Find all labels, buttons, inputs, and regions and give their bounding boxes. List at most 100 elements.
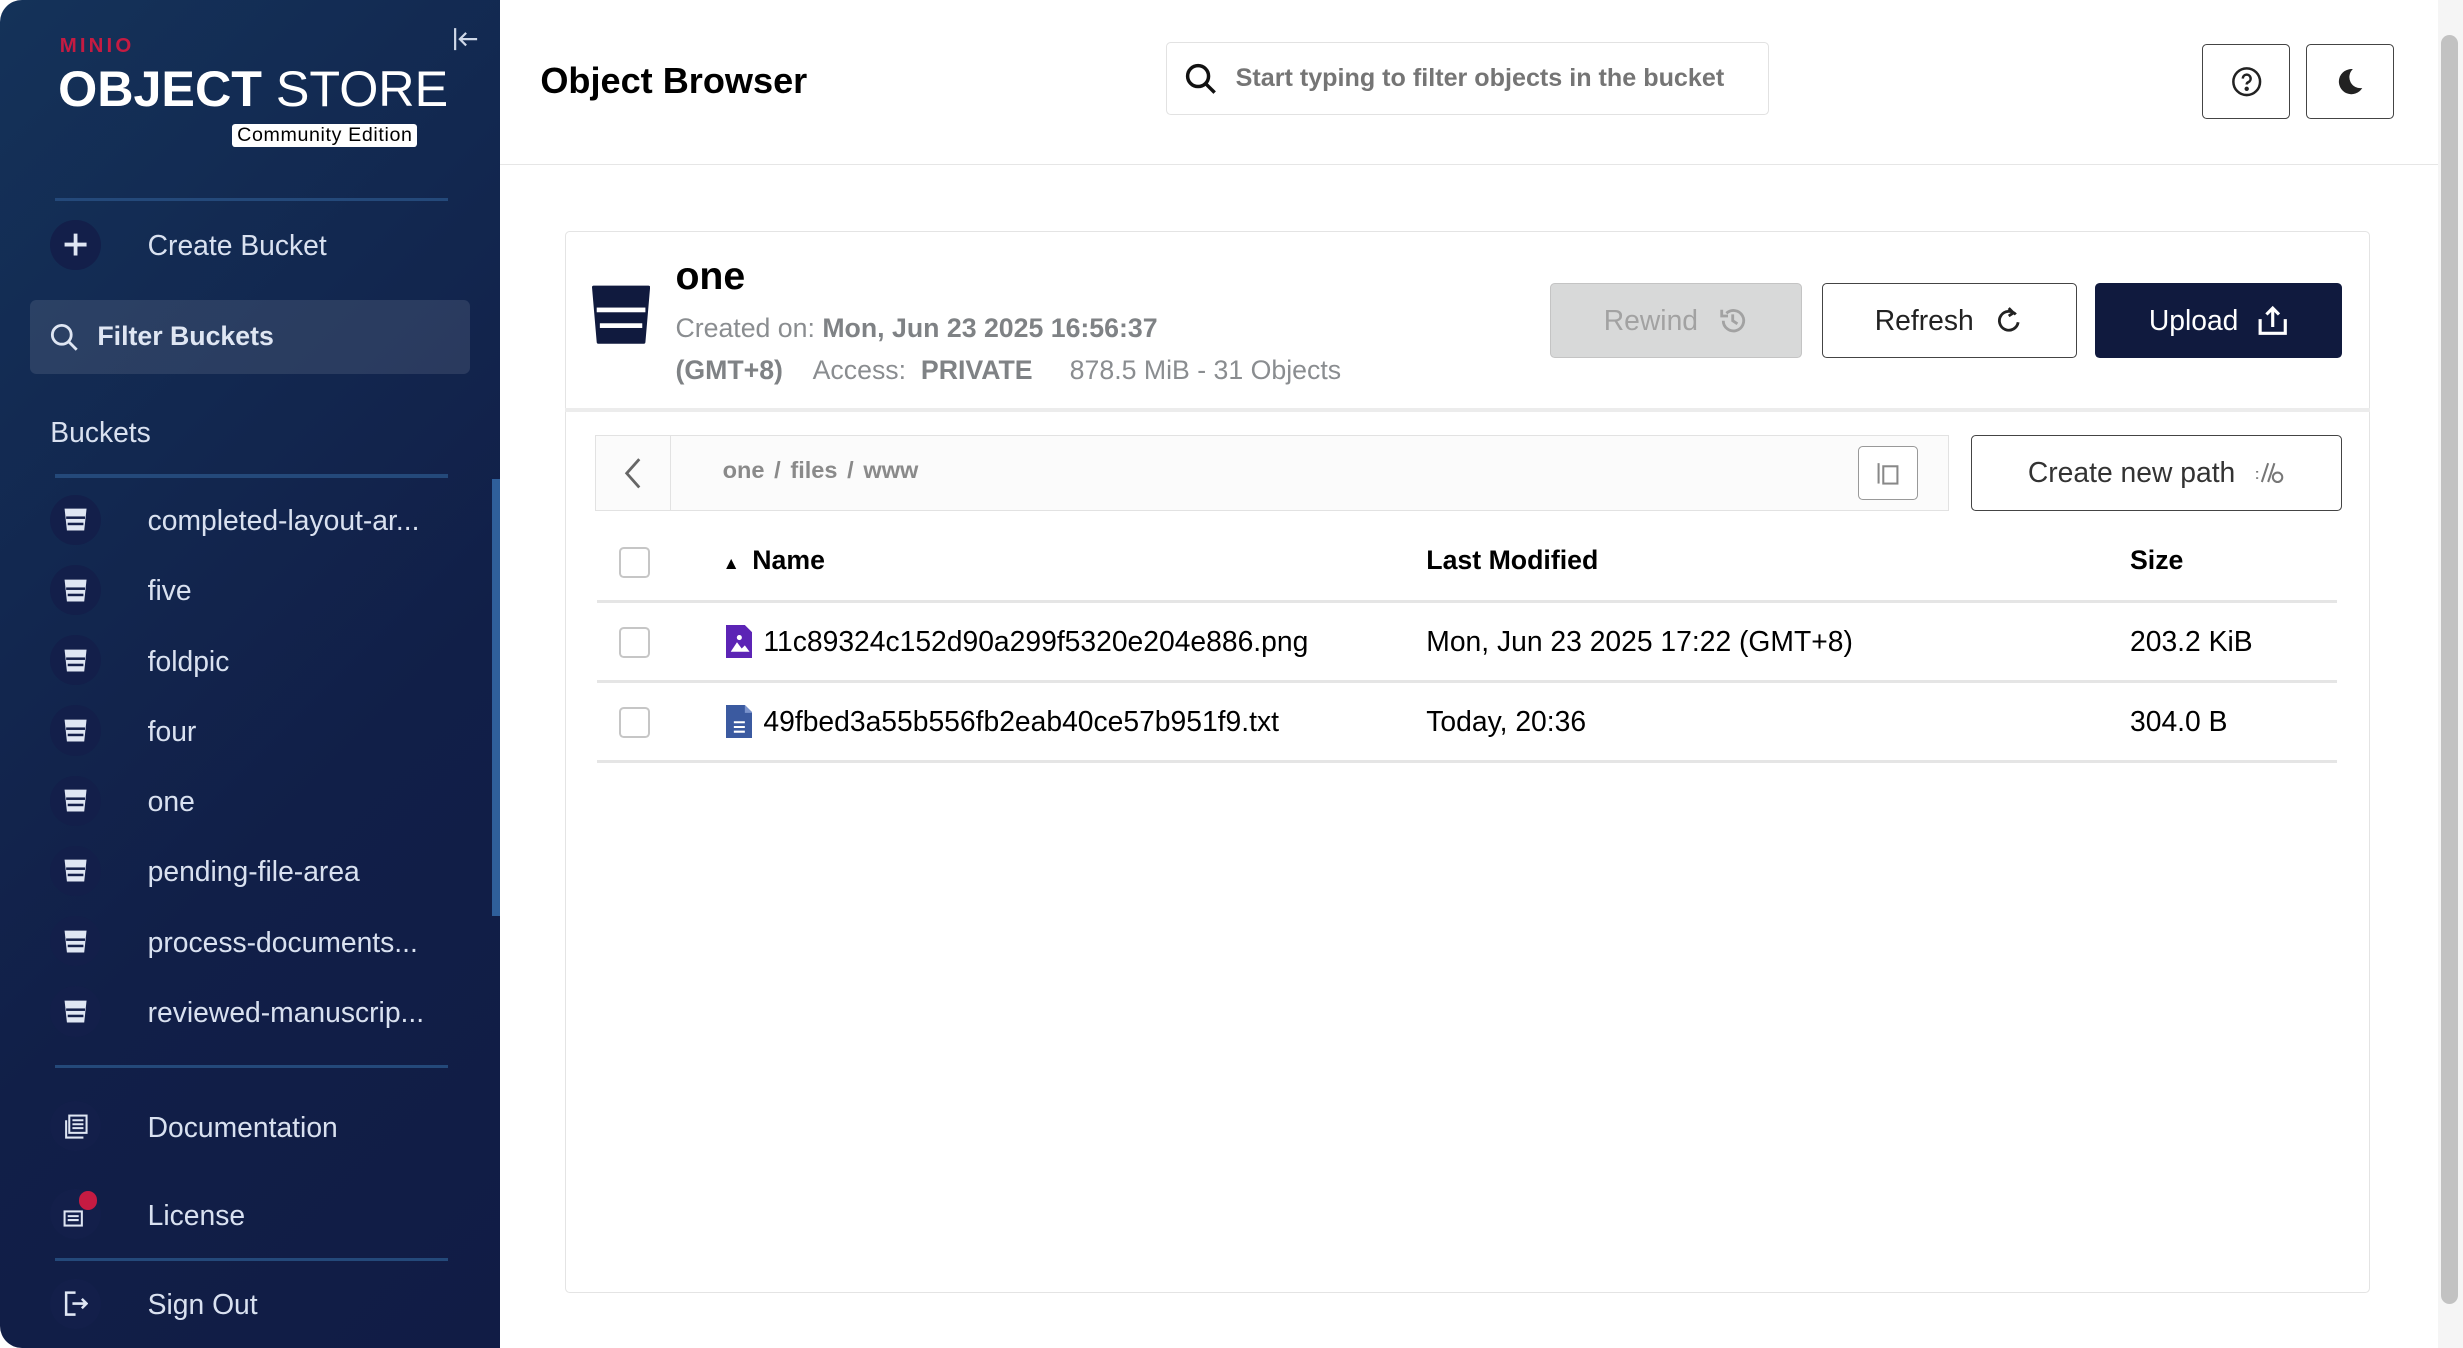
bucket-label: process-documents... xyxy=(147,925,418,958)
upload-label: Upload xyxy=(2148,303,2239,336)
sidebar-bucket-item[interactable]: four xyxy=(0,702,490,759)
sign-out-button[interactable]: Sign Out xyxy=(0,1275,500,1332)
sidebar-bucket-item[interactable]: pending-file-area xyxy=(0,843,490,900)
bucket-label: one xyxy=(147,785,195,818)
rewind-button[interactable]: Rewind xyxy=(1550,282,1802,359)
bucket-icon xyxy=(50,705,101,756)
sidebar-bucket-item[interactable]: reviewed-manuscrip... xyxy=(0,983,490,1040)
sidebar-bucket-item[interactable]: process-documents... xyxy=(0,913,490,970)
file-name[interactable]: 49fbed3a55b556fb2eab40ce57b951f9.txt xyxy=(763,705,1279,738)
refresh-label: Refresh xyxy=(1874,303,1974,336)
row-checkbox[interactable] xyxy=(618,706,651,739)
bucket-label: four xyxy=(147,714,197,747)
copy-path-button[interactable] xyxy=(1858,446,1918,500)
divider xyxy=(54,197,448,202)
last-modified: Mon, Jun 23 2025 17:22 (GMT+8) xyxy=(1426,625,1853,658)
filter-buckets-label: Filter Buckets xyxy=(97,321,274,352)
collapse-sidebar-icon[interactable] xyxy=(452,25,480,60)
bucket-meta: (GMT+8) Access: PRIVATE 878.5 MiB - 31 O… xyxy=(675,355,1342,385)
copy-icon xyxy=(1877,463,1899,485)
upload-button[interactable]: Upload xyxy=(2095,282,2343,359)
breadcrumb-item[interactable]: one xyxy=(723,457,765,483)
file-icon xyxy=(725,625,753,665)
bucket-icon xyxy=(50,775,101,826)
bucket-created: Created on: Mon, Jun 23 2025 16:56:37 xyxy=(675,312,1158,343)
bucket-icon xyxy=(50,845,101,897)
moon-icon xyxy=(2339,69,2363,95)
row-checkbox[interactable] xyxy=(618,626,651,659)
sidebar-bucket-item[interactable]: five xyxy=(0,562,490,619)
bucket-name: one xyxy=(675,254,746,299)
last-modified: Today, 20:36 xyxy=(1426,705,1587,738)
file-size: 304.0 B xyxy=(2130,705,2228,738)
product-name: OBJECT STORE xyxy=(58,60,449,117)
column-header-size[interactable]: Size xyxy=(2130,545,2183,576)
breadcrumb-item[interactable]: files xyxy=(790,457,837,483)
create-new-path-button[interactable]: Create new path xyxy=(1971,435,2343,511)
help-icon xyxy=(2231,67,2261,97)
refresh-icon xyxy=(1997,306,2020,332)
new-path-icon xyxy=(2256,463,2284,484)
search-icon xyxy=(1186,63,1217,94)
divider xyxy=(54,474,448,478)
create-bucket-button[interactable]: Create Bucket xyxy=(0,217,500,274)
upload-icon xyxy=(2258,305,2288,335)
sidebar-scrollbar[interactable] xyxy=(491,479,500,916)
create-new-path-label: Create new path xyxy=(2027,456,2236,489)
bucket-label: foldpic xyxy=(147,644,230,677)
sign-out-icon xyxy=(50,1278,101,1329)
bucket-label: reviewed-manuscrip... xyxy=(147,995,425,1028)
bucket-label: five xyxy=(147,574,192,607)
breadcrumb-item: www xyxy=(863,457,919,484)
buckets-heading: Buckets xyxy=(50,416,151,449)
sidebar-bucket-item[interactable]: foldpic xyxy=(0,632,490,689)
divider xyxy=(596,760,2338,764)
file-name[interactable]: 11c89324c152d90a299f5320e204e886.png xyxy=(763,625,1308,658)
column-header-name[interactable]: ▲ Name xyxy=(723,545,825,576)
bucket-icon xyxy=(592,284,651,351)
select-all-checkbox[interactable] xyxy=(618,546,651,579)
rewind-label: Rewind xyxy=(1603,303,1699,336)
bucket-icon xyxy=(50,565,101,616)
column-header-last-modified[interactable]: Last Modified xyxy=(1426,545,1598,576)
bucket-label: pending-file-area xyxy=(147,855,360,888)
documentation-link[interactable]: Documentation xyxy=(0,1098,500,1155)
divider xyxy=(596,680,2338,684)
file-icon xyxy=(725,705,753,745)
divider xyxy=(596,600,2338,604)
filter-buckets-input[interactable]: Filter Buckets xyxy=(29,300,470,374)
image-file-icon xyxy=(725,625,753,659)
plus-icon xyxy=(50,219,101,271)
sign-out-label: Sign Out xyxy=(147,1288,258,1321)
page-scrollbar-thumb[interactable] xyxy=(2441,34,2459,1304)
file-size: 203.2 KiB xyxy=(2130,625,2253,658)
object-search-field[interactable] xyxy=(1165,42,1769,115)
help-button[interactable] xyxy=(2202,43,2291,120)
bucket-icon xyxy=(50,986,101,1037)
sidebar-bucket-item[interactable]: one xyxy=(0,773,490,830)
breadcrumb: one / files / www xyxy=(722,457,919,484)
page-title: Object Browser xyxy=(540,59,808,101)
notification-dot xyxy=(78,1190,98,1210)
object-search-input[interactable] xyxy=(1235,64,1739,94)
bucket-label: completed-layout-ar... xyxy=(147,504,420,537)
divider xyxy=(54,1258,448,1262)
text-file-icon xyxy=(725,705,753,739)
refresh-button[interactable]: Refresh xyxy=(1822,282,2077,359)
bucket-icon xyxy=(50,916,101,967)
bucket-icon xyxy=(50,635,101,686)
edition-badge: Community Edition xyxy=(232,124,418,148)
license-label: License xyxy=(147,1198,246,1231)
bucket-icon xyxy=(50,494,101,546)
search-icon xyxy=(51,323,78,351)
page-header: Object Browser xyxy=(499,0,2438,165)
sort-ascending-icon: ▲ xyxy=(722,553,740,574)
sidebar: MINIO OBJECT STORE Community Edition Cre… xyxy=(0,0,500,1348)
create-bucket-label: Create Bucket xyxy=(147,229,327,262)
license-link[interactable]: License xyxy=(0,1186,500,1243)
sidebar-bucket-item[interactable]: completed-layout-ar... xyxy=(0,492,490,549)
dark-mode-toggle[interactable] xyxy=(2305,43,2394,120)
documentation-label: Documentation xyxy=(147,1110,338,1143)
back-button[interactable] xyxy=(595,435,671,511)
documentation-icon xyxy=(50,1101,101,1152)
